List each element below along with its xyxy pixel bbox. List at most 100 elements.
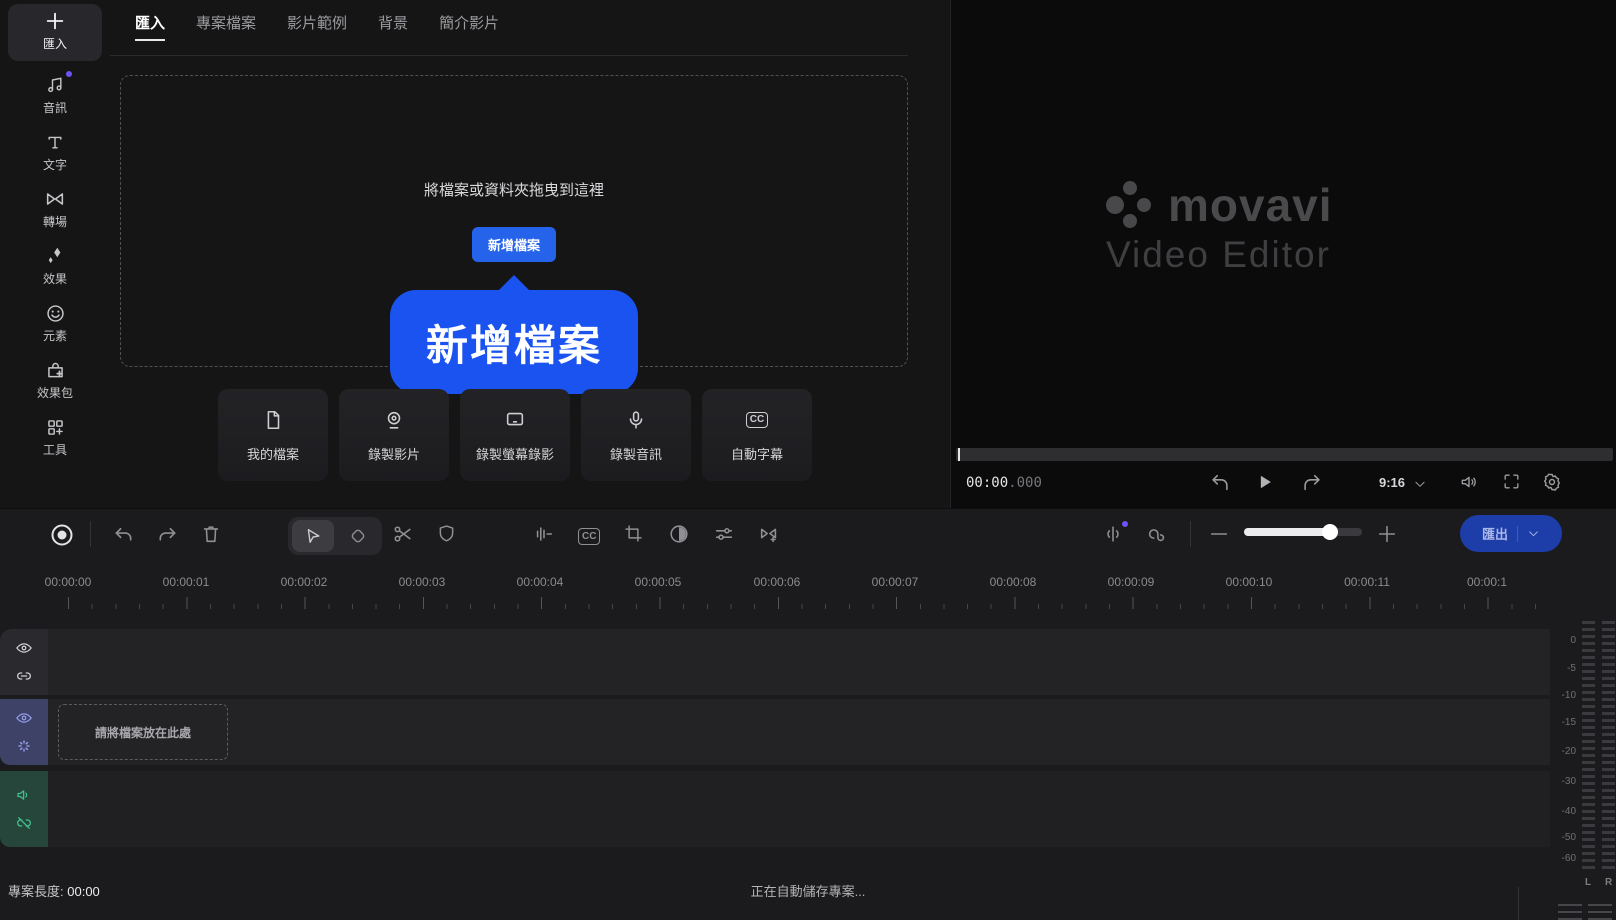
export-button[interactable]: 匯出: [1460, 515, 1562, 552]
record-video-card[interactable]: 錄製影片: [339, 389, 449, 481]
sidebar-item-label: 工具: [43, 441, 67, 458]
aspect-ratio-value[interactable]: 9:16: [1379, 475, 1405, 490]
edit-tool-group: [288, 517, 382, 555]
ruler-label: 00:00:11: [1344, 575, 1390, 589]
dropzone-hint: 將檔案或資料夾拖曳到這裡: [424, 179, 604, 200]
tools-icon: [45, 416, 66, 438]
audio-track-header[interactable]: [0, 771, 48, 847]
sidebar-item-transitions[interactable]: 轉場: [8, 181, 102, 238]
record-audio-card[interactable]: 錄製音訊: [581, 389, 691, 481]
filters-sliders-icon[interactable]: [713, 523, 735, 545]
zoom-in-icon[interactable]: [1376, 523, 1398, 545]
project-length-value: 00:00: [67, 884, 100, 899]
seek-bar[interactable]: [956, 448, 1613, 461]
zoom-out-icon[interactable]: [1208, 523, 1230, 545]
sidebar-item-effects[interactable]: 效果: [8, 238, 102, 295]
sidebar-item-import[interactable]: 匯入: [8, 4, 102, 61]
sidebar-item-audio[interactable]: 音訊: [8, 67, 102, 124]
auto-captions-card[interactable]: CC 自動字幕: [702, 389, 812, 481]
meter-channel-right: R: [1605, 877, 1612, 888]
split-scissors-icon[interactable]: [392, 523, 414, 545]
sidebar-item-label: 元素: [43, 327, 67, 344]
sidebar-item-label: 音訊: [43, 99, 67, 116]
add-files-tooltip: 新增檔案: [390, 290, 638, 394]
marker-tag-tool-icon[interactable]: [338, 520, 378, 552]
import-panel: 匯入 專案檔案 影片範例 背景 簡介影片 將檔案或資料夾拖曳到這裡 新增檔案 新…: [110, 0, 950, 508]
chevron-down-icon[interactable]: [1413, 477, 1427, 491]
audio-levels-icon[interactable]: [533, 523, 555, 545]
video-track-lane[interactable]: 請將檔案放在此處: [48, 699, 1550, 765]
delete-trash-icon[interactable]: [200, 523, 222, 545]
timeline-ruler[interactable]: 00:00:00 00:00:01 00:00:02 00:00:03 00:0…: [0, 571, 1550, 615]
movavi-logo: movavi Video Editor: [1106, 178, 1396, 276]
track-dropzone[interactable]: 請將檔案放在此處: [58, 704, 228, 760]
ruler-label: 00:00:03: [399, 575, 446, 589]
meter-bar-right: [1602, 621, 1615, 871]
seek-playhead[interactable]: [958, 448, 960, 461]
ruler-label: 00:00:05: [635, 575, 682, 589]
tab-project-files[interactable]: 專案檔案: [196, 12, 256, 41]
settings-gear-icon[interactable]: [1542, 472, 1562, 492]
ruler-label: 00:00:09: [1108, 575, 1155, 589]
normalize-audio-icon[interactable]: [1102, 523, 1124, 545]
screen-record-card[interactable]: 錄製螢幕錄影: [460, 389, 570, 481]
sidebar-item-label: 文字: [43, 156, 67, 173]
my-files-card[interactable]: 我的檔案: [218, 389, 328, 481]
tab-sample-videos[interactable]: 影片範例: [287, 12, 347, 41]
cc-glyph: CC: [746, 412, 768, 428]
feature-badge: [1122, 521, 1128, 527]
overlay-track-lane[interactable]: [48, 629, 1550, 695]
volume-icon[interactable]: [1459, 472, 1479, 492]
sidebar-item-text[interactable]: 文字: [8, 124, 102, 181]
card-label: 錄製音訊: [610, 444, 662, 463]
jump-back-icon[interactable]: [1209, 472, 1231, 494]
add-files-button[interactable]: 新增檔案: [472, 227, 556, 262]
text-icon: [45, 131, 65, 153]
redo-icon[interactable]: [156, 523, 179, 546]
tab-intro-videos[interactable]: 簡介影片: [439, 12, 499, 41]
ruler-ticks: [48, 595, 1550, 609]
undo-icon[interactable]: [112, 523, 135, 546]
effect-packs-icon: [45, 359, 66, 381]
fullscreen-icon[interactable]: [1502, 472, 1521, 491]
overlay-track-header[interactable]: [0, 629, 48, 695]
zoom-slider-thumb[interactable]: [1322, 524, 1338, 540]
timeline-zoom-slider[interactable]: [1244, 528, 1362, 536]
tab-backgrounds[interactable]: 背景: [378, 12, 408, 41]
play-icon[interactable]: [1255, 472, 1275, 492]
motion-burst-icon[interactable]: [15, 737, 33, 755]
shield-protect-icon[interactable]: [436, 523, 457, 544]
sidebar-item-label: 效果: [43, 270, 67, 287]
ruler-label: 00:00:07: [872, 575, 919, 589]
track-drop-hint: 請將檔案放在此處: [95, 724, 191, 741]
record-voiceover-icon[interactable]: [50, 523, 74, 547]
ruler-label: 00:00:04: [517, 575, 564, 589]
current-time: 00:00.000: [966, 475, 1042, 491]
color-contrast-icon[interactable]: [668, 523, 690, 545]
unlink-icon[interactable]: [15, 814, 33, 832]
meter-toggle-icon[interactable]: [1558, 904, 1612, 920]
sidebar-item-label: 匯入: [43, 35, 67, 52]
sidebar-item-effect-packs[interactable]: 效果包: [8, 352, 102, 409]
visibility-eye-icon[interactable]: [15, 709, 33, 727]
subtitles-cc-icon[interactable]: CC: [578, 526, 600, 544]
project-length-label: 專案長度:: [8, 884, 64, 899]
select-tool-icon[interactable]: [292, 520, 334, 552]
audio-track-lane[interactable]: [48, 771, 1550, 847]
meter-channel-left: L: [1585, 877, 1591, 888]
audio-track: [0, 771, 1550, 847]
speaker-icon[interactable]: [15, 786, 33, 804]
jump-forward-icon[interactable]: [1301, 472, 1323, 494]
add-transition-icon[interactable]: [758, 523, 780, 545]
sidebar-item-label: 轉場: [43, 213, 67, 230]
visibility-eye-icon[interactable]: [15, 639, 33, 657]
sidebar-item-elements[interactable]: 元素: [8, 295, 102, 352]
statusbar-divider: [1518, 887, 1519, 920]
sidebar-item-tools[interactable]: 工具: [8, 409, 102, 466]
crop-icon[interactable]: [623, 523, 644, 544]
link-icon[interactable]: [15, 667, 33, 685]
video-track-header[interactable]: [0, 699, 48, 765]
effects-icon: [44, 245, 66, 267]
magnetic-link-icon[interactable]: [1146, 523, 1168, 545]
tab-import[interactable]: 匯入: [135, 12, 165, 41]
